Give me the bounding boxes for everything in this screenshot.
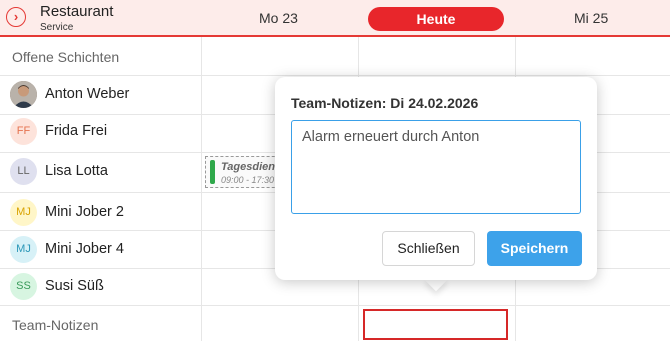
avatar: MJ <box>10 236 37 263</box>
grid-line <box>0 305 670 306</box>
team-notes-popup: Team-Notizen: Di 24.02.2026 Alarm erneue… <box>275 77 597 280</box>
grid-line <box>0 75 670 76</box>
day-column-today[interactable]: Heute <box>368 7 504 31</box>
day-column-wednesday[interactable]: Mi 25 <box>574 10 608 26</box>
avatar: LL <box>10 158 37 185</box>
team-notes-label: Team-Notizen <box>12 317 99 333</box>
open-shifts-label: Offene Schichten <box>12 49 120 65</box>
avatar: FF <box>10 118 37 145</box>
save-button[interactable]: Speichern <box>487 231 582 266</box>
chevron-right-icon[interactable]: › <box>6 7 26 27</box>
team-notes-cell-today[interactable] <box>363 309 508 340</box>
employee-name: Mini Jober 2 <box>45 204 124 220</box>
avatar: MJ <box>10 199 37 226</box>
employee-name: Frida Frei <box>45 123 108 139</box>
employee-name: Anton Weber <box>45 86 130 102</box>
shift-time: 09:00 - 17:30 <box>221 175 275 185</box>
grid-line <box>201 37 202 341</box>
popup-title: Team-Notizen: Di 24.02.2026 <box>291 95 479 111</box>
close-button[interactable]: Schließen <box>382 231 475 266</box>
employee-name: Susi Süß <box>45 278 104 294</box>
shift-status-bar <box>210 160 215 184</box>
employee-name: Lisa Lotta <box>45 163 108 179</box>
employee-name: Mini Jober 4 <box>45 241 124 257</box>
team-notes-input[interactable]: Alarm erneuert durch Anton <box>291 120 581 214</box>
day-column-monday[interactable]: Mo 23 <box>259 10 298 26</box>
location-subtitle: Service <box>40 22 74 33</box>
avatar <box>10 81 37 108</box>
location-title: Restaurant <box>40 3 114 20</box>
schedule-header: › Restaurant Service Mo 23 Heute Mi 25 <box>0 0 670 37</box>
avatar: SS <box>10 273 37 300</box>
shift-card[interactable]: Tagesdienst 09:00 - 17:30 <box>205 156 285 188</box>
